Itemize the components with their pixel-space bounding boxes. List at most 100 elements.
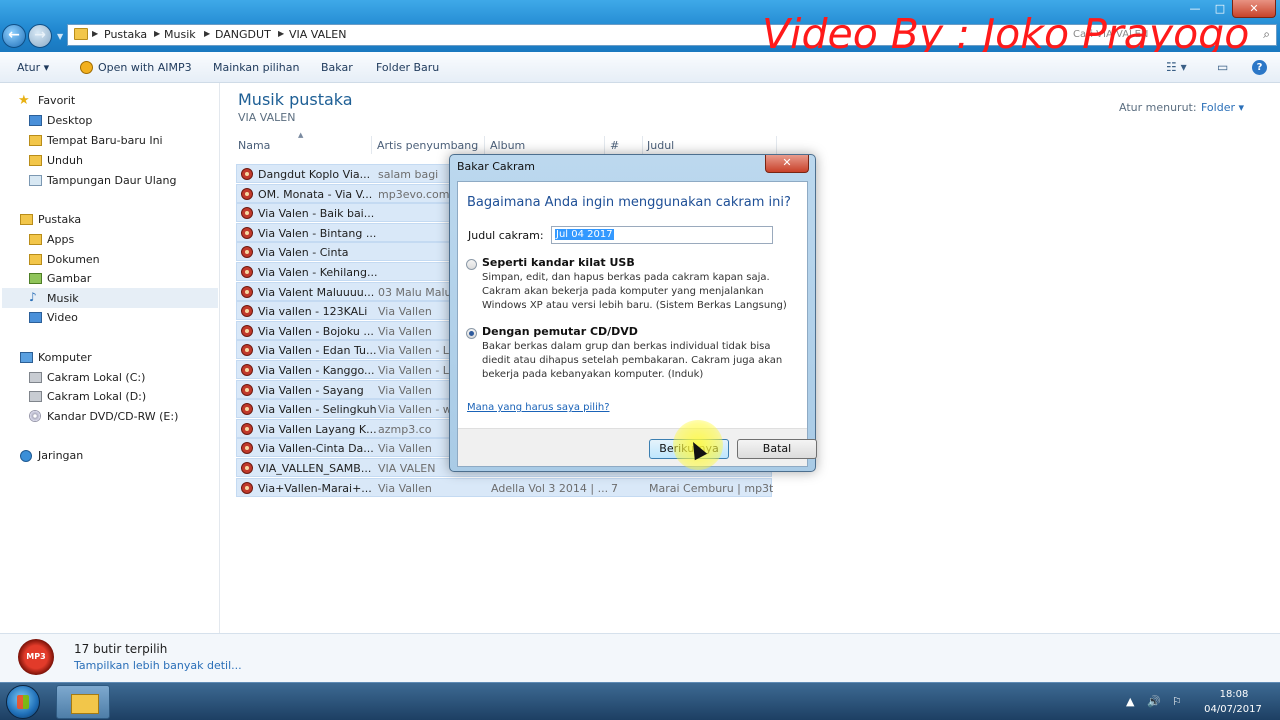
- nav-dvd-drive[interactable]: Kandar DVD/CD-RW (E:): [47, 410, 178, 423]
- cell-name: Via Valen - Cinta: [258, 246, 349, 260]
- drive-c-icon: [29, 372, 42, 383]
- column-header-artist[interactable]: Artis penyumbang: [377, 139, 478, 152]
- nav-downloads[interactable]: Unduh: [47, 154, 83, 167]
- cell-name: Dangdut Koplo Via...: [258, 168, 371, 181]
- breadcrumb-pustaka[interactable]: Pustaka: [104, 28, 147, 41]
- music-note-icon: ♪: [29, 290, 37, 304]
- cell-name: Via Vallen - Kanggo...: [258, 364, 375, 377]
- nav-desktop[interactable]: Desktop: [47, 114, 92, 127]
- breadcrumb-dangdut[interactable]: DANGDUT: [215, 28, 271, 41]
- mp3-file-icon: [241, 285, 253, 298]
- mp3-file-icon: [241, 168, 253, 180]
- cd-dvd-option-title[interactable]: Dengan pemutar CD/DVD: [482, 325, 638, 338]
- navigation-pane: ★ Favorit Desktop Tempat Baru-baru Ini U…: [0, 83, 220, 633]
- chevron-right-icon[interactable]: ▶: [92, 29, 98, 38]
- videos-icon: [29, 312, 42, 323]
- column-divider[interactable]: [484, 136, 485, 154]
- cell-title: Marai Cemburu | mp3t...: [649, 481, 773, 495]
- help-choose-link[interactable]: Mana yang harus saya pilih?: [467, 402, 610, 413]
- cell-name: Via Vallen Layang K...: [258, 422, 377, 436]
- column-header-name[interactable]: Nama: [238, 139, 270, 152]
- mp3-file-icon: [241, 462, 253, 474]
- nav-recycle-bin[interactable]: Tampungan Daur Ulang: [47, 174, 176, 187]
- nav-computer[interactable]: Komputer: [38, 351, 92, 364]
- view-options-icon[interactable]: ☷ ▾: [1166, 60, 1187, 74]
- show-hidden-icons-icon[interactable]: ▲: [1126, 695, 1134, 708]
- cancel-button[interactable]: Batal: [737, 439, 817, 459]
- column-header-album[interactable]: Album: [490, 139, 525, 152]
- cell-name: Via Vallen - Edan Tu...: [258, 344, 377, 358]
- clock-date[interactable]: 04/07/2017: [1200, 704, 1266, 715]
- library-subtitle: VIA VALEN: [238, 111, 296, 124]
- cd-dvd-option-radio[interactable]: [466, 328, 477, 339]
- open-with-label: Open with AIMP3: [98, 61, 192, 74]
- nav-drive-d[interactable]: Cakram Lokal (D:): [47, 390, 146, 403]
- aimp-icon: [80, 61, 93, 74]
- mp3-file-icon: [241, 207, 253, 220]
- pictures-icon: [29, 273, 42, 284]
- action-center-icon[interactable]: ⚐: [1172, 695, 1182, 708]
- column-header-track-number[interactable]: #: [610, 139, 619, 152]
- nav-favorites[interactable]: Favorit: [38, 94, 75, 107]
- window-titlebar: ← → ▼ ▶ Pustaka ▶ Musik ▶ DANGDUT ▶ VIA …: [0, 0, 1280, 58]
- column-divider[interactable]: [604, 136, 605, 154]
- mp3-file-icon: [241, 266, 253, 278]
- nav-libraries[interactable]: Pustaka: [38, 213, 81, 226]
- usb-option-radio[interactable]: [466, 259, 477, 270]
- disc-title-input[interactable]: Jul 04 2017: [551, 226, 773, 244]
- nav-music-selected[interactable]: ♪ Musik: [2, 288, 218, 308]
- recycle-bin-icon: [29, 175, 42, 186]
- help-icon[interactable]: ?: [1252, 60, 1267, 75]
- chevron-right-icon[interactable]: ▶: [154, 29, 160, 38]
- play-selection-button[interactable]: Mainkan pilihan: [213, 61, 299, 74]
- breadcrumb-via-valen[interactable]: VIA VALEN: [289, 28, 346, 41]
- volume-icon[interactable]: 🔊: [1147, 695, 1161, 708]
- back-button[interactable]: ←: [2, 24, 26, 48]
- nav-recent-places[interactable]: Tempat Baru-baru Ini: [47, 134, 163, 147]
- chevron-right-icon[interactable]: ▶: [204, 29, 210, 38]
- mp3-file-icon: [241, 364, 253, 376]
- cell-name: Via Valen - Bintang ...: [258, 226, 377, 240]
- column-divider[interactable]: [776, 136, 777, 154]
- usb-option-title[interactable]: Seperti kandar kilat USB: [482, 256, 635, 269]
- cell-name: Via Valen - Baik bai...: [258, 207, 375, 221]
- breadcrumb-musik[interactable]: Musik: [164, 28, 196, 41]
- open-with-aimp-button[interactable]: Open with AIMP3: [80, 61, 192, 74]
- organize-button[interactable]: Atur ▾: [17, 61, 49, 74]
- table-row[interactable]: Via+Vallen-Marai+... Via Vallen Adella Vol…: [236, 477, 773, 497]
- documents-icon: [29, 254, 42, 265]
- chevron-right-icon[interactable]: ▶: [278, 29, 284, 38]
- arrange-by-dropdown[interactable]: Folder ▾: [1201, 101, 1244, 114]
- recent-pages-chevron-icon[interactable]: ▼: [57, 32, 63, 41]
- mp3-file-icon: [241, 187, 253, 200]
- preview-pane-icon[interactable]: ▭: [1217, 60, 1228, 74]
- taskbar-explorer-button[interactable]: [56, 685, 110, 719]
- clock-time[interactable]: 18:08: [1212, 689, 1256, 700]
- desktop-icon: [29, 115, 42, 126]
- nav-pictures[interactable]: Gambar: [47, 272, 91, 285]
- dvd-drive-icon: [29, 410, 41, 422]
- nav-apps[interactable]: Apps: [47, 233, 74, 246]
- nav-documents[interactable]: Dokumen: [47, 253, 100, 266]
- column-divider[interactable]: [642, 136, 643, 154]
- nav-drive-c[interactable]: Cakram Lokal (C:): [47, 371, 145, 384]
- mp3-file-icon: [241, 442, 253, 455]
- column-divider[interactable]: [371, 136, 372, 154]
- forward-button[interactable]: →: [28, 24, 52, 48]
- show-more-details-link[interactable]: Tampilkan lebih banyak detil...: [74, 659, 242, 672]
- mp3-file-icon: [241, 481, 253, 494]
- dialog-title: Bakar Cakram: [457, 160, 535, 173]
- mp3-file-icon: [241, 403, 253, 416]
- nav-network[interactable]: Jaringan: [38, 449, 83, 462]
- column-header-title[interactable]: Judul: [647, 139, 674, 152]
- selected-count: 17 butir terpilih: [74, 642, 168, 656]
- burn-button[interactable]: Bakar: [321, 61, 353, 74]
- start-button[interactable]: [6, 685, 40, 719]
- usb-option-description: Simpan, edit, dan hapus berkas pada cakr…: [482, 272, 787, 311]
- dialog-close-button[interactable]: ✕: [765, 155, 809, 173]
- new-folder-button[interactable]: Folder Baru: [376, 61, 439, 74]
- search-icon[interactable]: ⌕: [1263, 27, 1270, 42]
- recent-places-icon: [29, 135, 42, 146]
- dialog-question: Bagaimana Anda ingin menggunakan cakram …: [467, 195, 791, 210]
- nav-videos[interactable]: Video: [47, 311, 78, 324]
